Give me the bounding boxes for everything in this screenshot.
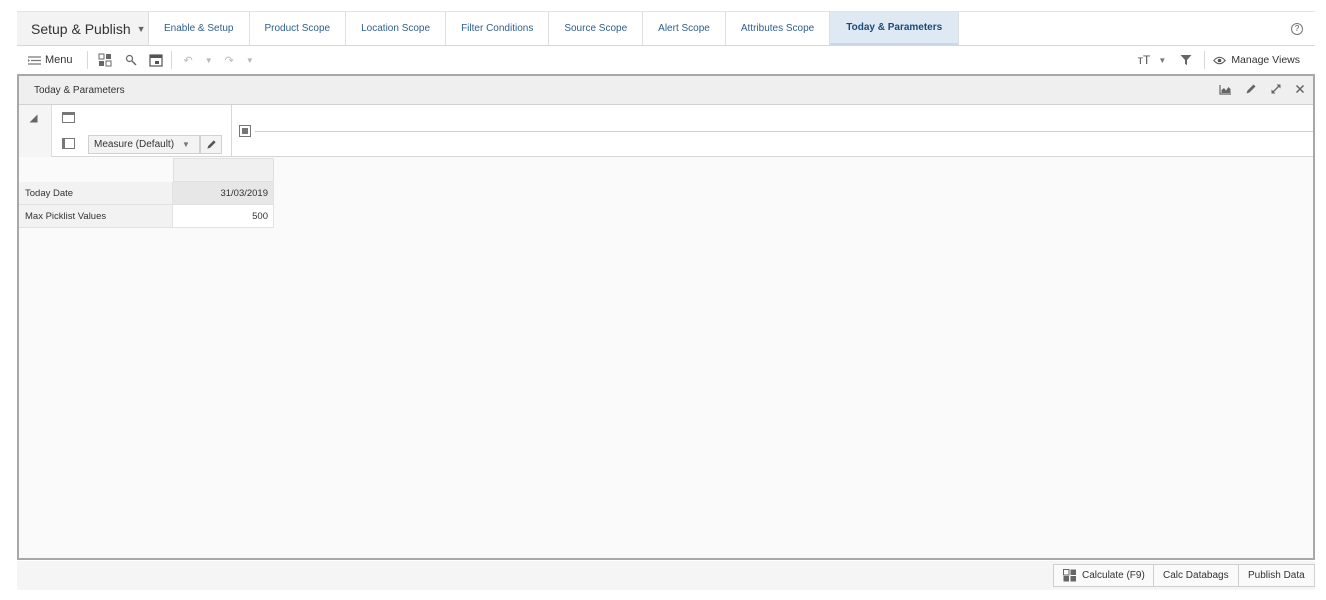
pivot-column-area xyxy=(233,105,1313,157)
pivot-row-area: Measure (Default) ▼ xyxy=(52,105,232,157)
grid-column-header xyxy=(173,158,274,182)
panel-header: Today & Parameters xyxy=(19,76,1313,105)
tab-label: Product Scope xyxy=(264,23,331,34)
toolbar: Menu ↶ ▼ ↷ ▼ тT ▼ Manage Views xyxy=(17,47,1315,73)
measure-dropdown-value: Measure (Default) xyxy=(94,139,175,150)
table-row: Today Date 31/03/2019 xyxy=(19,182,274,205)
tab-label: Filter Conditions xyxy=(461,23,534,34)
undo-icon[interactable]: ↶ xyxy=(184,54,193,67)
calc-databags-label: Calc Databags xyxy=(1163,570,1229,581)
column-axis-icon-inner xyxy=(242,128,248,134)
column-axis-icon[interactable] xyxy=(239,125,251,137)
tab-label: Location Scope xyxy=(361,23,431,34)
manage-views-label: Manage Views xyxy=(1231,54,1300,66)
tab-label: Enable & Setup xyxy=(164,23,234,34)
table-row: Max Picklist Values 500 xyxy=(19,205,274,228)
tab-label: Attributes Scope xyxy=(740,23,815,34)
publish-data-button[interactable]: Publish Data xyxy=(1238,564,1315,587)
manage-views-button[interactable]: Manage Views xyxy=(1213,54,1300,66)
edit-icon[interactable] xyxy=(1245,83,1257,95)
toolbar-divider xyxy=(1204,51,1206,69)
row-label: Max Picklist Values xyxy=(19,205,173,228)
footer-bar: Calculate (F9) Calc Databags Publish Dat… xyxy=(17,561,1315,590)
panel-tools xyxy=(1219,83,1305,95)
workspace-tab-bar: Setup & Publish ▼ Enable & Setup Product… xyxy=(17,11,1315,46)
toolbar-divider xyxy=(170,51,172,69)
filter-icon[interactable] xyxy=(1180,54,1192,66)
menu-button[interactable]: Menu xyxy=(27,54,73,66)
redo-dropdown-icon[interactable]: ▼ xyxy=(246,56,254,65)
pencil-icon xyxy=(206,140,216,149)
measure-dropdown[interactable]: Measure (Default) ▼ xyxy=(88,135,200,154)
panel-title: Today & Parameters xyxy=(34,84,125,96)
tab-alert-scope[interactable]: Alert Scope xyxy=(643,12,726,45)
max-picklist-values-cell[interactable]: 500 xyxy=(173,205,274,228)
tab-product-scope[interactable]: Product Scope xyxy=(250,12,347,45)
maximize-icon[interactable] xyxy=(1270,83,1282,95)
close-icon[interactable] xyxy=(1295,84,1305,94)
redo-icon[interactable]: ↷ xyxy=(225,54,234,67)
undo-dropdown-icon[interactable]: ▼ xyxy=(205,56,213,65)
search-icon[interactable] xyxy=(125,54,137,66)
tab-attributes-scope[interactable]: Attributes Scope xyxy=(726,12,831,45)
today-date-cell[interactable]: 31/03/2019 xyxy=(173,182,274,205)
calculator-icon xyxy=(1063,569,1076,582)
view-format-icon[interactable] xyxy=(148,53,163,67)
chart-icon[interactable] xyxy=(1219,84,1232,95)
text-size-icon[interactable]: тT xyxy=(1138,53,1151,67)
publish-data-label: Publish Data xyxy=(1248,570,1305,581)
tab-enable-setup[interactable]: Enable & Setup xyxy=(149,12,250,45)
toolbar-right-group: тT ▼ Manage Views xyxy=(1138,47,1315,73)
calculate-button[interactable]: Calculate (F9) xyxy=(1053,564,1155,587)
tab-label: Source Scope xyxy=(564,23,628,34)
help-icon[interactable]: ? xyxy=(1291,23,1303,35)
calculate-label: Calculate (F9) xyxy=(1082,570,1145,581)
column-axis-divider xyxy=(255,131,1313,132)
page-axis-icon[interactable] xyxy=(62,112,75,123)
tab-label: Alert Scope xyxy=(658,23,710,34)
chevron-down-icon: ▼ xyxy=(182,140,190,149)
tab-setup-publish[interactable]: Setup & Publish ▼ xyxy=(17,12,149,45)
pivot-layout-icon[interactable] xyxy=(98,53,113,67)
tab-source-scope[interactable]: Source Scope xyxy=(549,12,644,45)
tab-label: Today & Parameters xyxy=(846,22,943,33)
tab-setup-publish-label: Setup & Publish xyxy=(31,20,131,37)
calc-databags-button[interactable]: Calc Databags xyxy=(1153,564,1239,587)
collapse-triangle-icon[interactable] xyxy=(29,114,38,123)
edit-measure-button[interactable] xyxy=(200,135,222,154)
tab-location-scope[interactable]: Location Scope xyxy=(346,12,447,45)
pivot-corner xyxy=(19,105,52,157)
view-panel: Today & Parameters Measure (Default) ▼ T… xyxy=(17,74,1315,560)
eye-icon xyxy=(1213,56,1227,64)
tab-filter-conditions[interactable]: Filter Conditions xyxy=(446,12,550,45)
pivot-config-area: Measure (Default) ▼ xyxy=(19,105,1313,157)
chevron-down-icon: ▼ xyxy=(136,23,146,34)
menu-label: Menu xyxy=(45,54,73,66)
row-axis-icon[interactable] xyxy=(62,138,75,149)
row-label: Today Date xyxy=(19,182,173,205)
toolbar-divider xyxy=(86,51,88,69)
text-size-dropdown-icon[interactable]: ▼ xyxy=(1158,56,1166,65)
tab-today-parameters[interactable]: Today & Parameters xyxy=(830,12,960,45)
menu-icon xyxy=(28,55,41,65)
